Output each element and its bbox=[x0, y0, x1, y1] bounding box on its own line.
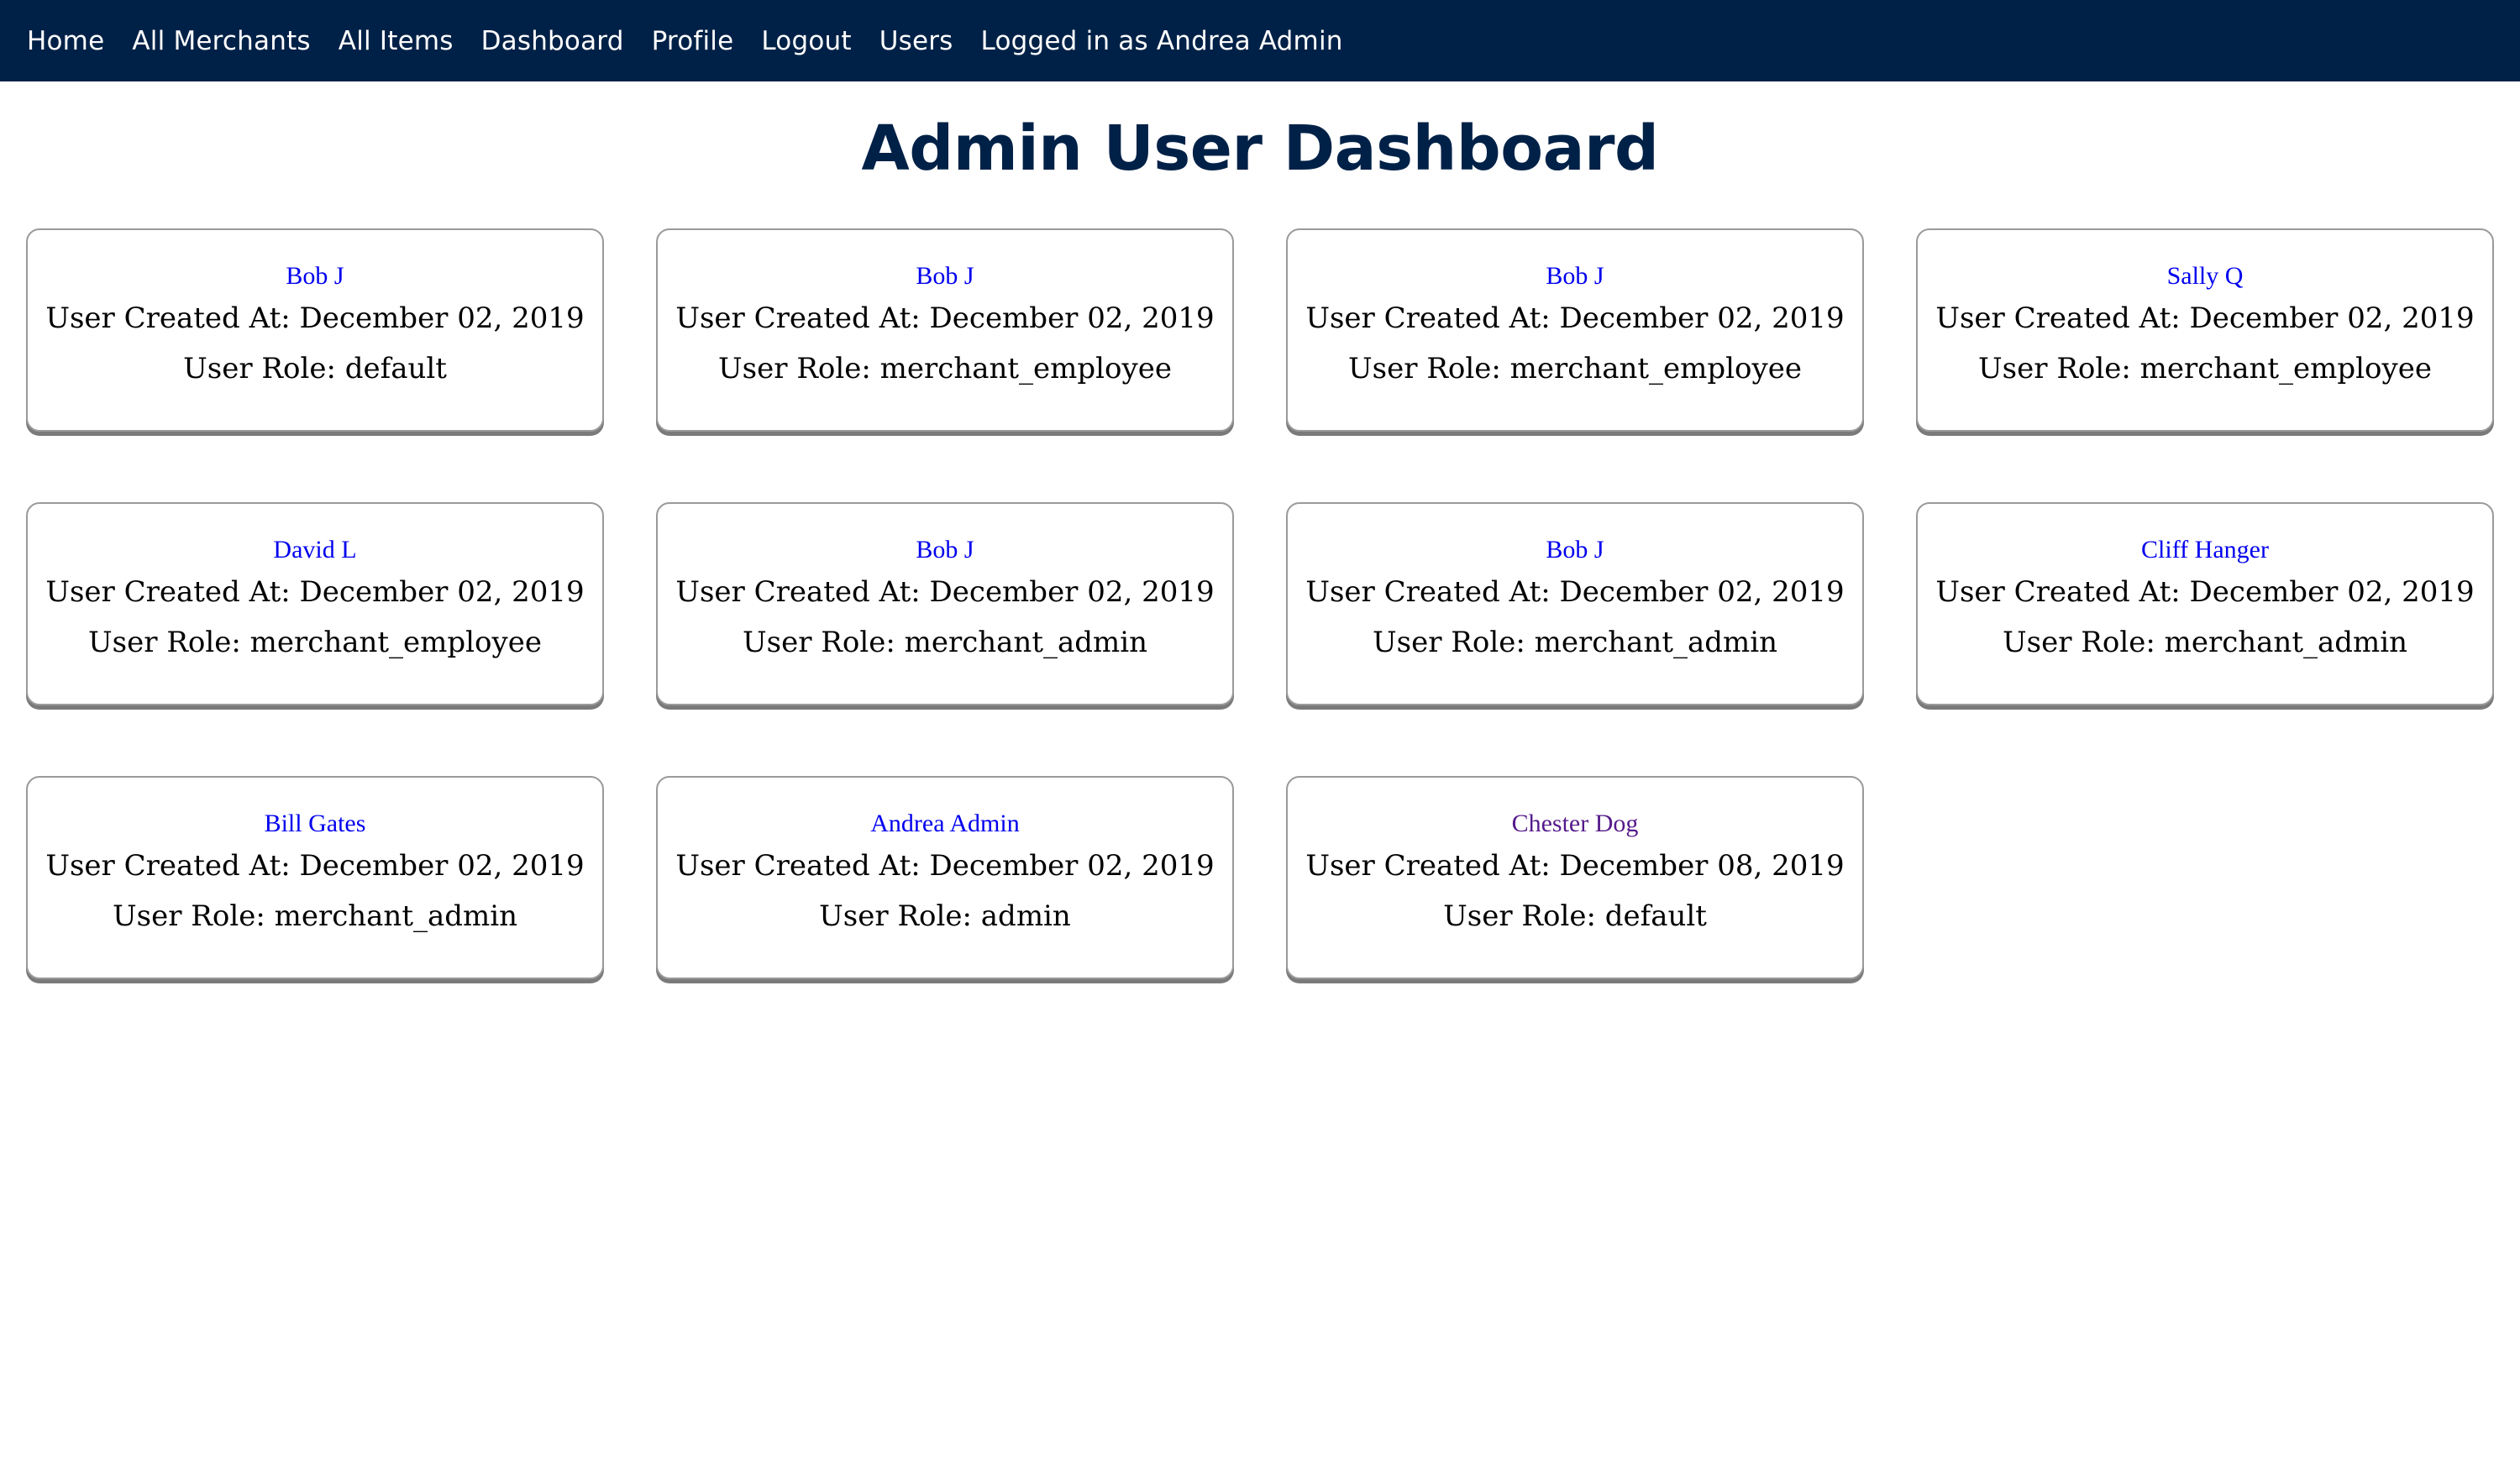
created-label: User Created At: bbox=[1935, 575, 2190, 609]
user-card: David L User Created At: December 02, 201… bbox=[26, 502, 604, 705]
role-value: merchant_employee bbox=[1509, 352, 1802, 385]
user-role: User Role: merchant_admin bbox=[1918, 628, 2492, 657]
user-name-link[interactable]: David L bbox=[28, 537, 602, 563]
role-value: merchant_admin bbox=[1534, 626, 1778, 659]
page-title: Admin User Dashboard bbox=[861, 113, 1659, 185]
user-role: User Role: merchant_employee bbox=[1288, 354, 1862, 383]
role-label: User Role: bbox=[1372, 626, 1535, 659]
created-date: December 02, 2019 bbox=[929, 301, 1215, 335]
user-name-link[interactable]: Cliff Hanger bbox=[1918, 537, 2492, 563]
created-label: User Created At: bbox=[1305, 575, 1560, 609]
role-label: User Role: bbox=[1443, 899, 1605, 933]
role-value: default bbox=[344, 352, 447, 385]
role-value: merchant_employee bbox=[879, 352, 1172, 385]
created-label: User Created At: bbox=[45, 575, 300, 609]
role-label: User Role: bbox=[1348, 352, 1510, 385]
user-role: User Role: default bbox=[1288, 902, 1862, 930]
created-date: December 02, 2019 bbox=[2189, 575, 2475, 609]
user-name-link[interactable]: Bill Gates bbox=[28, 811, 602, 836]
user-card: Bob J User Created At: December 02, 2019 U… bbox=[1286, 228, 1864, 432]
created-date: December 02, 2019 bbox=[2189, 301, 2475, 335]
nav-link-dashboard[interactable]: Dashboard bbox=[481, 26, 624, 56]
nav-link-home[interactable]: Home bbox=[27, 26, 104, 56]
created-date: December 02, 2019 bbox=[1559, 301, 1845, 335]
created-label: User Created At: bbox=[675, 849, 930, 883]
user-name-link[interactable]: Andrea Admin bbox=[658, 811, 1232, 836]
role-label: User Role: bbox=[2002, 626, 2165, 659]
role-value: merchant_employee bbox=[2139, 352, 2432, 385]
user-card: Chester Dog User Created At: December 08,… bbox=[1286, 776, 1864, 979]
role-label: User Role: bbox=[112, 899, 275, 933]
user-created-at: User Created At: December 02, 2019 bbox=[28, 852, 602, 880]
user-name-link[interactable]: Bob J bbox=[1288, 264, 1862, 289]
user-name-link[interactable]: Bob J bbox=[658, 264, 1232, 289]
role-value: merchant_employee bbox=[249, 626, 542, 659]
created-label: User Created At: bbox=[1305, 301, 1560, 335]
role-label: User Role: bbox=[742, 626, 905, 659]
user-card: Andrea Admin User Created At: December 02… bbox=[656, 776, 1234, 979]
created-date: December 02, 2019 bbox=[299, 575, 585, 609]
user-role: User Role: merchant_employee bbox=[28, 628, 602, 657]
created-date: December 02, 2019 bbox=[299, 301, 585, 335]
user-name-link[interactable]: Bob J bbox=[1288, 537, 1862, 563]
user-role: User Role: merchant_admin bbox=[1288, 628, 1862, 657]
user-card: Bob J User Created At: December 02, 2019 U… bbox=[656, 228, 1234, 432]
role-label: User Role: bbox=[819, 899, 981, 933]
nav-link-users[interactable]: Users bbox=[879, 26, 953, 56]
role-value: default bbox=[1604, 899, 1707, 933]
nav-link-logout[interactable]: Logout bbox=[761, 26, 851, 56]
role-value: merchant_admin bbox=[904, 626, 1148, 659]
created-label: User Created At: bbox=[1935, 301, 2190, 335]
created-date: December 02, 2019 bbox=[929, 575, 1215, 609]
user-card: Bob J User Created At: December 02, 2019 U… bbox=[656, 502, 1234, 705]
created-date: December 02, 2019 bbox=[1559, 575, 1845, 609]
user-created-at: User Created At: December 02, 2019 bbox=[1288, 578, 1862, 606]
user-role: User Role: merchant_admin bbox=[28, 902, 602, 930]
user-created-at: User Created At: December 02, 2019 bbox=[28, 578, 602, 606]
user-card: Cliff Hanger User Created At: December 02… bbox=[1916, 502, 2494, 705]
role-label: User Role: bbox=[1978, 352, 2140, 385]
created-date: December 02, 2019 bbox=[299, 849, 585, 883]
role-label: User Role: bbox=[88, 626, 250, 659]
logged-in-status: Logged in as Andrea Admin bbox=[980, 25, 1343, 56]
user-role: User Role: admin bbox=[658, 902, 1232, 930]
user-created-at: User Created At: December 02, 2019 bbox=[1288, 304, 1862, 333]
user-created-at: User Created At: December 02, 2019 bbox=[1918, 578, 2492, 606]
user-role: User Role: merchant_admin bbox=[658, 628, 1232, 657]
user-card-grid: Bob J User Created At: December 02, 2019 U… bbox=[26, 228, 2496, 979]
user-name-link[interactable]: Sally Q bbox=[1918, 264, 2492, 289]
user-name-link[interactable]: Bob J bbox=[658, 537, 1232, 563]
user-name-link[interactable]: Bob J bbox=[28, 264, 602, 289]
role-value: admin bbox=[980, 899, 1071, 933]
nav-link-all-merchants[interactable]: All Merchants bbox=[132, 26, 310, 56]
user-name-link[interactable]: Chester Dog bbox=[1288, 811, 1862, 836]
top-navbar: Home All Merchants All Items Dashboard Profi… bbox=[0, 0, 2520, 81]
nav-link-profile[interactable]: Profile bbox=[652, 26, 734, 56]
user-role: User Role: merchant_employee bbox=[1918, 354, 2492, 383]
role-label: User Role: bbox=[183, 352, 345, 385]
created-label: User Created At: bbox=[1305, 849, 1560, 883]
created-date: December 08, 2019 bbox=[1559, 849, 1845, 883]
role-value: merchant_admin bbox=[2164, 626, 2408, 659]
user-card: Bob J User Created At: December 02, 2019 U… bbox=[26, 228, 604, 432]
created-label: User Created At: bbox=[45, 301, 300, 335]
user-created-at: User Created At: December 02, 2019 bbox=[658, 304, 1232, 333]
created-label: User Created At: bbox=[45, 849, 300, 883]
user-created-at: User Created At: December 02, 2019 bbox=[28, 304, 602, 333]
user-created-at: User Created At: December 02, 2019 bbox=[658, 578, 1232, 606]
user-card: Bill Gates User Created At: December 02, … bbox=[26, 776, 604, 979]
user-role: User Role: default bbox=[28, 354, 602, 383]
user-created-at: User Created At: December 08, 2019 bbox=[1288, 852, 1862, 880]
user-created-at: User Created At: December 02, 2019 bbox=[658, 852, 1232, 880]
created-label: User Created At: bbox=[675, 575, 930, 609]
user-role: User Role: merchant_employee bbox=[658, 354, 1232, 383]
user-created-at: User Created At: December 02, 2019 bbox=[1918, 304, 2492, 333]
created-label: User Created At: bbox=[675, 301, 930, 335]
nav-link-all-items[interactable]: All Items bbox=[339, 26, 454, 56]
created-date: December 02, 2019 bbox=[929, 849, 1215, 883]
role-value: merchant_admin bbox=[274, 899, 518, 933]
user-card: Bob J User Created At: December 02, 2019 U… bbox=[1286, 502, 1864, 705]
user-card: Sally Q User Created At: December 02, 201… bbox=[1916, 228, 2494, 432]
role-label: User Role: bbox=[718, 352, 880, 385]
